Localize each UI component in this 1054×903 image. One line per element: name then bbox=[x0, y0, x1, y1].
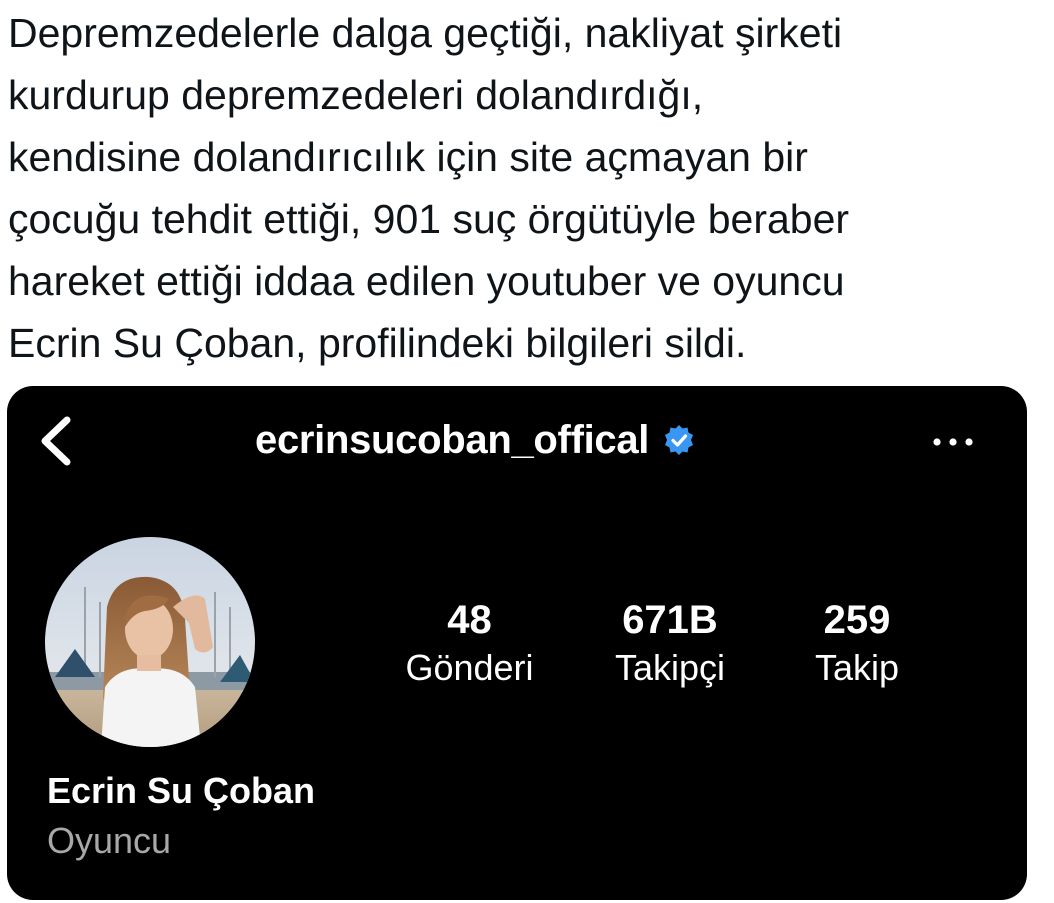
stat-followers-count: 671B bbox=[622, 598, 718, 642]
attached-screenshot[interactable]: ecrinsucoban_offical 48 Gönderi 671B Tak… bbox=[7, 386, 1027, 900]
tweet-text-line: kendisine dolandırıcılık için site açmay… bbox=[8, 134, 808, 180]
tweet-text-line: Ecrin Su Çoban, profilindeki bilgileri s… bbox=[8, 320, 747, 366]
chevron-left-icon bbox=[41, 416, 71, 466]
profile-avatar[interactable] bbox=[45, 537, 255, 747]
tweet-text-line: Depremzedelerle dalga geçtiği, nakliyat … bbox=[8, 10, 843, 56]
verified-badge-icon bbox=[665, 425, 694, 455]
tweet-text-line: çocuğu tehdit ettiği, 901 suç örgütüyle … bbox=[8, 196, 850, 242]
profile-stats: 48 Gönderi 671B Takipçi 259 Takip bbox=[377, 596, 937, 706]
profile-username: ecrinsucoban_offical bbox=[255, 417, 650, 462]
stat-followers-label: Takipçi bbox=[614, 647, 726, 688]
more-options-button[interactable] bbox=[925, 422, 981, 462]
stat-following-label: Takip bbox=[814, 647, 900, 688]
stat-following-count: 259 bbox=[823, 598, 891, 642]
more-horizontal-icon bbox=[933, 438, 973, 446]
profile-header: ecrinsucoban_offical bbox=[255, 412, 695, 468]
stat-posts-count: 48 bbox=[447, 598, 492, 642]
tweet-text: Depremzedelerle dalga geçtiği, nakliyat … bbox=[8, 0, 1048, 374]
stat-followers[interactable]: 671B Takipçi bbox=[580, 596, 760, 692]
stat-posts-label: Gönderi bbox=[405, 647, 534, 688]
back-button[interactable] bbox=[35, 414, 79, 468]
avatar-photo bbox=[45, 537, 255, 747]
profile-display-name: Ecrin Su Çoban bbox=[47, 770, 316, 811]
stat-posts[interactable]: 48 Gönderi bbox=[377, 596, 562, 692]
tweet-text-line: hareket ettiği iddaa edilen youtuber ve … bbox=[8, 258, 845, 304]
tweet-text-line: kurdurup depremzedeleri dolandırdığı, bbox=[8, 72, 704, 118]
stat-following[interactable]: 259 Takip bbox=[787, 596, 927, 692]
profile-category: Oyuncu bbox=[47, 820, 172, 861]
